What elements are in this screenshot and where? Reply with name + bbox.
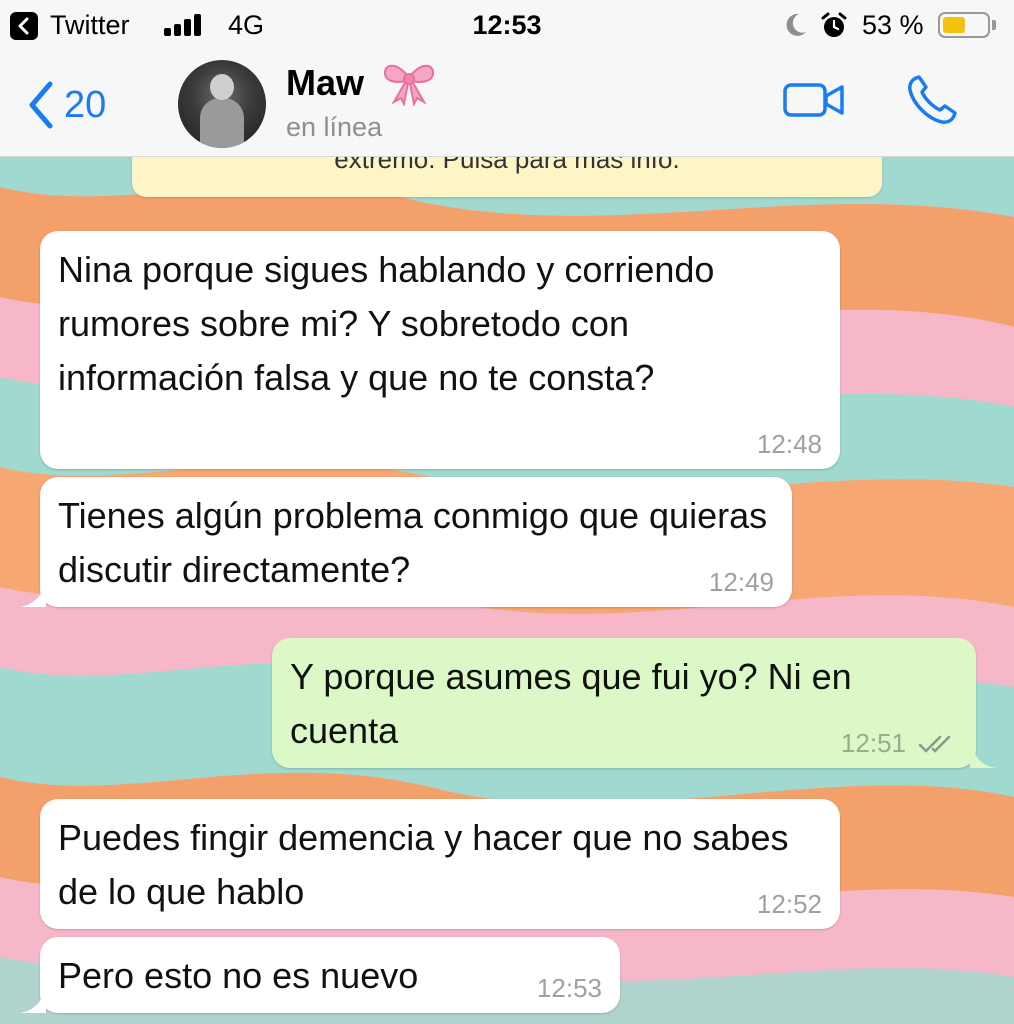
message-bubble-incoming[interactable]: Tienes algún problema conmigo que quiera… bbox=[40, 477, 792, 607]
unread-count: 20 bbox=[64, 83, 107, 126]
message-text: Pero esto no es nuevo bbox=[58, 955, 419, 996]
ribbon-bow-icon bbox=[382, 60, 436, 111]
chat-area[interactable]: extremo. Pulsa para más info. Nina porqu… bbox=[0, 157, 1014, 1024]
phone-icon bbox=[908, 75, 957, 124]
message-text: Y porque asumes que fui yo? Ni en cuenta bbox=[290, 656, 852, 751]
bubble-tail bbox=[20, 989, 46, 1013]
battery-cap bbox=[992, 20, 996, 30]
message-bubble-outgoing[interactable]: Y porque asumes que fui yo? Ni en cuenta… bbox=[272, 638, 976, 768]
battery-percentage: 53 % bbox=[862, 10, 924, 40]
read-ticks-icon bbox=[918, 735, 951, 753]
system-notice[interactable]: extremo. Pulsa para más info. bbox=[132, 157, 882, 197]
back-button[interactable]: 20 bbox=[28, 80, 106, 130]
contact-name[interactable]: Maw bbox=[286, 62, 364, 104]
message-text: Nina porque sigues hablando y corriendo … bbox=[58, 249, 715, 398]
notice-text: extremo. Pulsa para más info. bbox=[334, 157, 680, 174]
message-text: Puedes fingir demencia y hacer que no sa… bbox=[58, 817, 789, 912]
battery-icon bbox=[938, 12, 990, 38]
message-bubble-incoming[interactable]: Pero esto no es nuevo 12:53 bbox=[40, 937, 620, 1013]
battery-fill bbox=[943, 17, 965, 33]
video-call-icon bbox=[783, 83, 844, 117]
message-time: 12:51 bbox=[840, 728, 906, 758]
message-time: 12:49 bbox=[708, 567, 774, 597]
message-time: 12:53 bbox=[536, 973, 602, 1003]
video-call-button[interactable] bbox=[782, 80, 846, 125]
status-bar: Twitter 4G 12:53 53 % bbox=[0, 0, 1014, 52]
message-bubble-incoming[interactable]: Nina porque sigues hablando y corriendo … bbox=[40, 231, 840, 469]
avatar[interactable] bbox=[178, 60, 266, 148]
chevron-left-icon bbox=[29, 81, 53, 129]
message-bubble-incoming[interactable]: Puedes fingir demencia y hacer que no sa… bbox=[40, 799, 840, 929]
chat-header: 20 Maw en línea bbox=[0, 52, 1014, 157]
alarm-icon bbox=[820, 12, 848, 47]
contact-status: en línea bbox=[286, 112, 383, 142]
voice-call-button[interactable] bbox=[904, 72, 960, 133]
bubble-tail bbox=[20, 583, 46, 607]
message-text: Tienes algún problema conmigo que quiera… bbox=[58, 495, 768, 590]
moon-icon bbox=[784, 12, 808, 45]
message-time: 12:52 bbox=[756, 889, 822, 919]
message-time: 12:48 bbox=[756, 429, 822, 459]
bubble-tail bbox=[970, 744, 996, 768]
